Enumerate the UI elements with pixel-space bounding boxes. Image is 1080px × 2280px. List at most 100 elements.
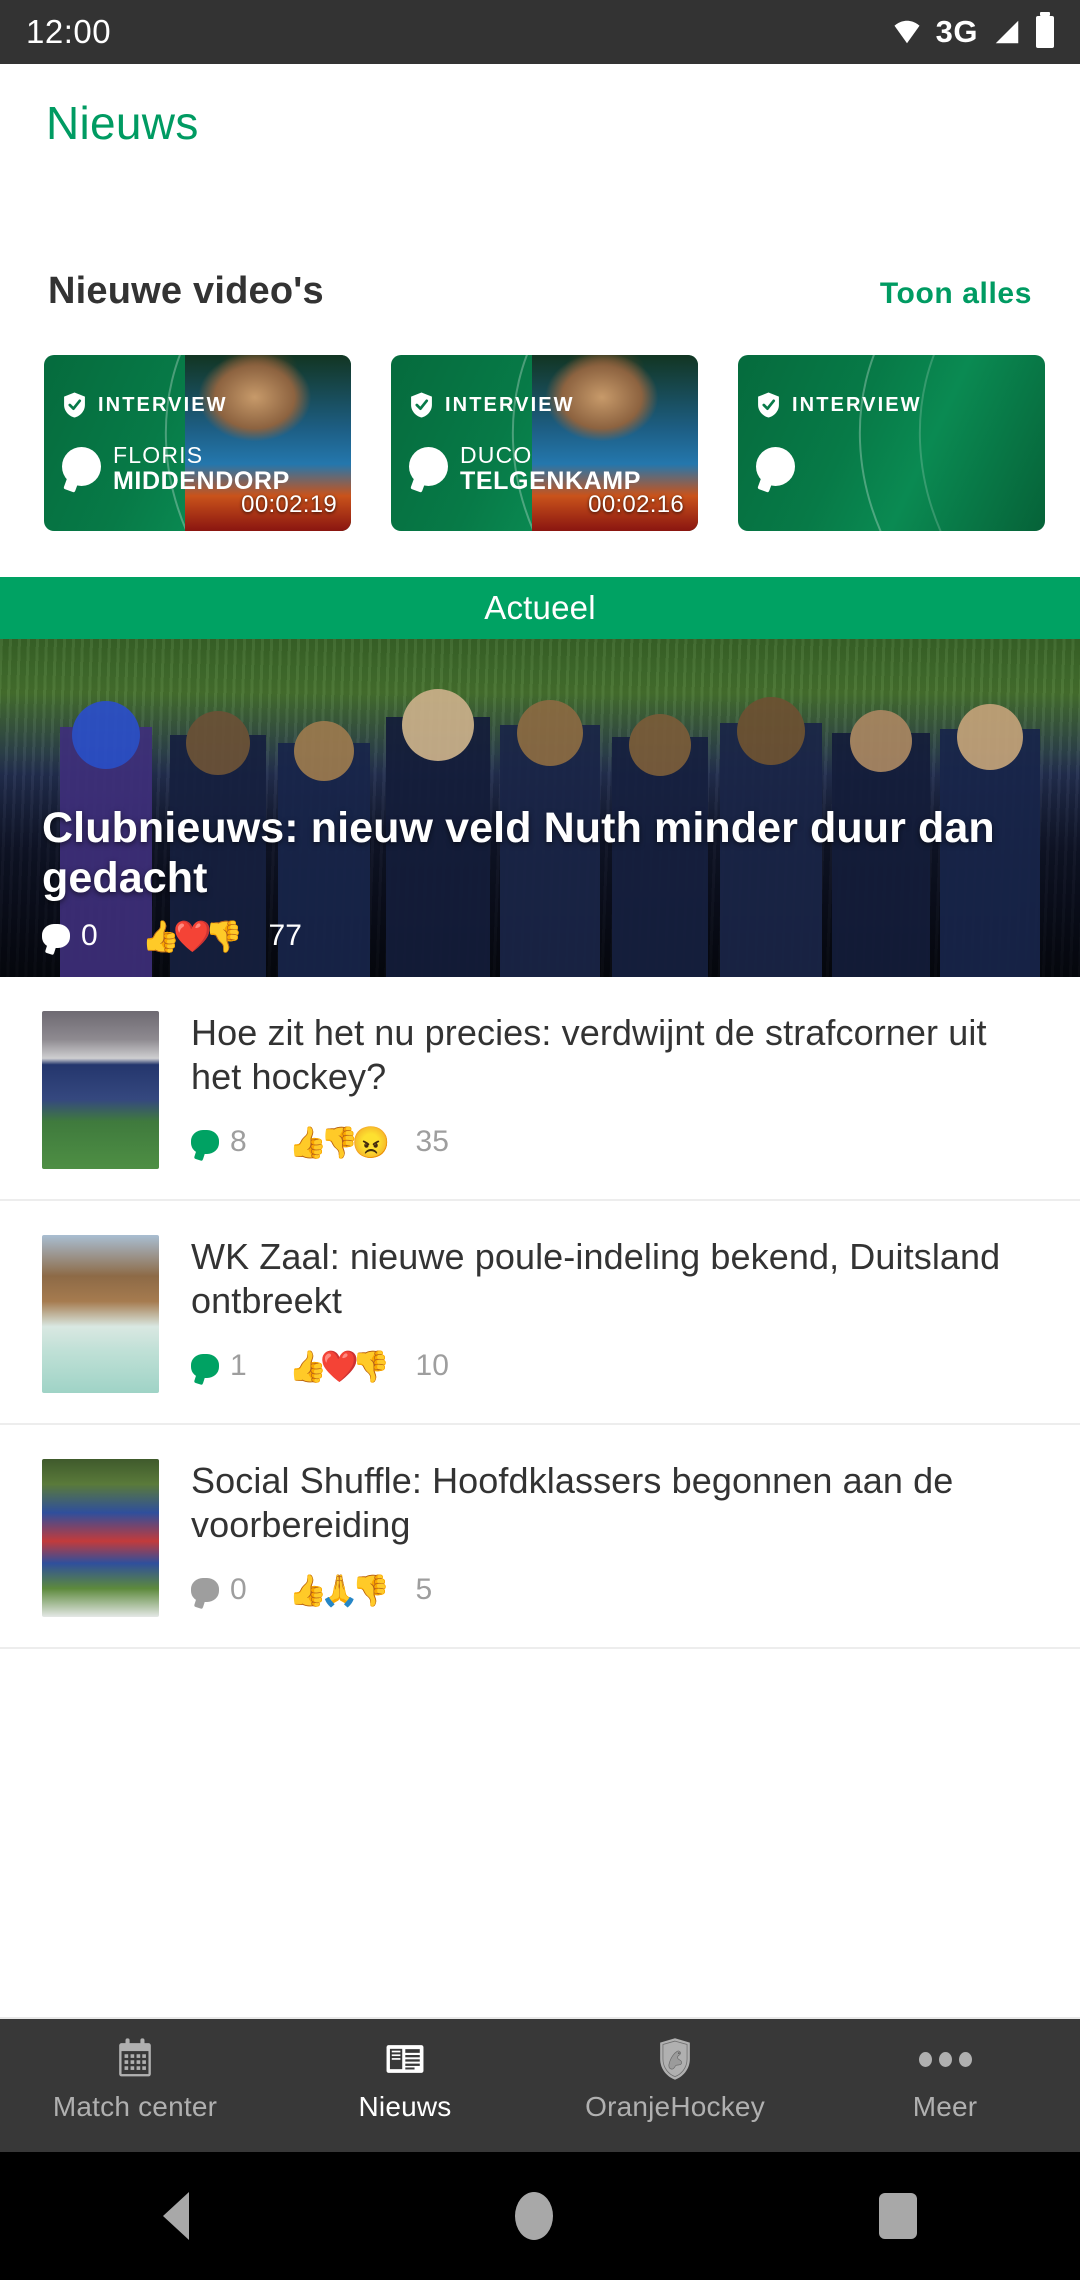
shield-check-icon [411,392,432,418]
tab-match-center[interactable]: Match center [0,2019,270,2123]
featured-article-text: Clubnieuws: nieuw veld Nuth minder duur … [42,803,1038,953]
comment-count-group[interactable]: 0 [42,919,98,953]
article-meta: 0 👍 🙏 👎 5 [191,1573,1038,1607]
video-card[interactable]: INTERVIEW FLORIS MIDDENDORP 00:02:19 [44,355,351,531]
list-item[interactable]: WK Zaal: nieuwe poule-indeling bekend, D… [0,1201,1080,1423]
video-card[interactable]: INTERVIEW DUCO TELGENKAMP 00:02:16 [391,355,698,531]
reaction-count-group[interactable]: 👍 🙏 👎 5 [289,1573,433,1607]
featured-article-card[interactable]: Clubnieuws: nieuw veld Nuth minder duur … [0,639,1080,977]
tab-label: OranjeHockey [585,2091,765,2122]
speech-bubble-icon [756,447,795,486]
featured-article-meta: 0 👍 ❤️ 👎 77 [42,919,1038,953]
video-presenter: FLORIS MIDDENDORP [62,443,290,495]
comment-count: 0 [230,1573,247,1606]
reaction-count: 77 [268,919,302,952]
video-badge: INTERVIEW [62,391,228,419]
status-clock: 12:00 [26,13,112,50]
article-title: WK Zaal: nieuwe poule-indeling bekend, D… [191,1236,1001,1321]
list-divider [0,1647,1080,1649]
comment-count: 8 [230,1125,247,1158]
comment-icon [191,1578,219,1602]
tab-meer[interactable]: Meer [810,2019,1080,2123]
comment-count-group[interactable]: 1 [191,1349,247,1383]
emoji-thumbs-down: 👎 [204,918,244,954]
tab-label: Match center [52,2091,218,2122]
recents-icon[interactable] [879,2193,917,2239]
wifi-icon [894,20,920,44]
article-meta: 8 👍 👎 😠 35 [191,1125,1038,1159]
article-meta: 1 👍 ❤️ 👎 10 [191,1349,1038,1383]
video-badge-label: INTERVIEW [445,393,575,416]
featured-article-title: Clubnieuws: nieuw veld Nuth minder duur … [42,804,995,902]
emoji-thumbs-down: 👎 [351,1348,391,1384]
comment-count-group[interactable]: 0 [191,1573,247,1607]
reaction-emojis: 👍 👎 😠 [289,1127,391,1158]
video-name-first: DUCO [460,442,533,468]
videos-section-title: Nieuwe video's [48,270,324,312]
article-title: Social Shuffle: Hoofdklassers begonnen a… [191,1460,954,1545]
page-title: Nieuws [46,97,199,149]
article-thumbnail [42,1011,159,1169]
tab-oranjehockey[interactable]: OranjeHockey [540,2019,810,2123]
comment-icon [42,924,70,948]
video-badge: INTERVIEW [409,391,575,419]
show-all-videos-link[interactable]: Toon alles [880,277,1032,311]
video-badge: INTERVIEW [756,391,922,419]
signal-icon [995,20,1019,44]
tab-label: Meer [912,2091,978,2122]
newspaper-icon [385,2037,425,2081]
comment-count: 0 [81,919,98,952]
video-name-first: FLORIS [113,442,204,468]
reaction-count: 10 [415,1349,449,1382]
emoji-angry: 😠 [351,1124,391,1160]
videos-carousel[interactable]: INTERVIEW FLORIS MIDDENDORP 00:02:19 INT… [0,313,1080,531]
list-item[interactable]: Hoe zit het nu precies: verdwijnt de str… [0,977,1080,1199]
reaction-emojis: 👍 🙏 👎 [289,1575,391,1606]
videos-section-header: Nieuwe video's Toon alles [0,182,1080,313]
reaction-count-group[interactable]: 👍 👎 😠 35 [289,1125,449,1159]
tab-nieuws[interactable]: Nieuws [270,2019,540,2123]
list-item[interactable]: Social Shuffle: Hoofdklassers begonnen a… [0,1425,1080,1647]
reaction-count-group[interactable]: 👍 ❤️ 👎 10 [289,1349,449,1383]
article-thumbnail [42,1459,159,1617]
reaction-emojis: 👍 ❤️ 👎 [142,921,244,952]
back-icon[interactable] [163,2192,189,2240]
shield-lion-icon [658,2037,692,2081]
shield-check-icon [758,392,779,418]
scroll-content[interactable]: Nieuwe video's Toon alles INTERVIEW FLOR… [0,182,1080,2017]
comment-icon [191,1354,219,1378]
video-presenter [756,443,795,486]
article-body: Hoe zit het nu precies: verdwijnt de str… [191,1011,1038,1169]
video-badge-label: INTERVIEW [792,393,922,416]
video-presenter: DUCO TELGENKAMP [409,443,641,495]
bottom-navigation: Match center Nieuws OranjeHockey Meer [0,2017,1080,2152]
reaction-emojis: 👍 ❤️ 👎 [289,1351,391,1382]
video-duration: 00:02:16 [588,491,684,518]
comment-count: 1 [230,1349,247,1382]
status-bar: 12:00 3G [0,0,1080,64]
emoji-thumbs-down: 👎 [351,1572,391,1608]
comment-icon [191,1130,219,1154]
reaction-count: 35 [415,1125,449,1158]
more-dots-icon [918,2037,972,2081]
reaction-count: 5 [415,1573,433,1606]
tab-label: Nieuws [358,2091,452,2122]
actueel-banner: Actueel [0,577,1080,639]
video-badge-label: INTERVIEW [98,393,228,416]
article-thumbnail [42,1235,159,1393]
phone-screen: 12:00 3G Nieuws Nieuwe video's Toon alle… [0,0,1080,2280]
network-type-label: 3G [935,14,978,49]
speech-bubble-icon [409,447,448,486]
article-body: Social Shuffle: Hoofdklassers begonnen a… [191,1459,1038,1617]
article-list: Hoe zit het nu precies: verdwijnt de str… [0,977,1080,1649]
battery-icon [1036,12,1054,48]
android-system-bar [0,2152,1080,2280]
shield-check-icon [64,392,85,418]
video-card[interactable]: INTERVIEW [738,355,1045,531]
home-icon[interactable] [515,2192,553,2240]
status-icons: 3G [892,12,1054,50]
comment-count-group[interactable]: 8 [191,1125,247,1159]
app-bar: Nieuws [0,64,1080,182]
reaction-count-group[interactable]: 👍 ❤️ 👎 77 [142,919,302,953]
actueel-label: Actueel [484,589,596,626]
